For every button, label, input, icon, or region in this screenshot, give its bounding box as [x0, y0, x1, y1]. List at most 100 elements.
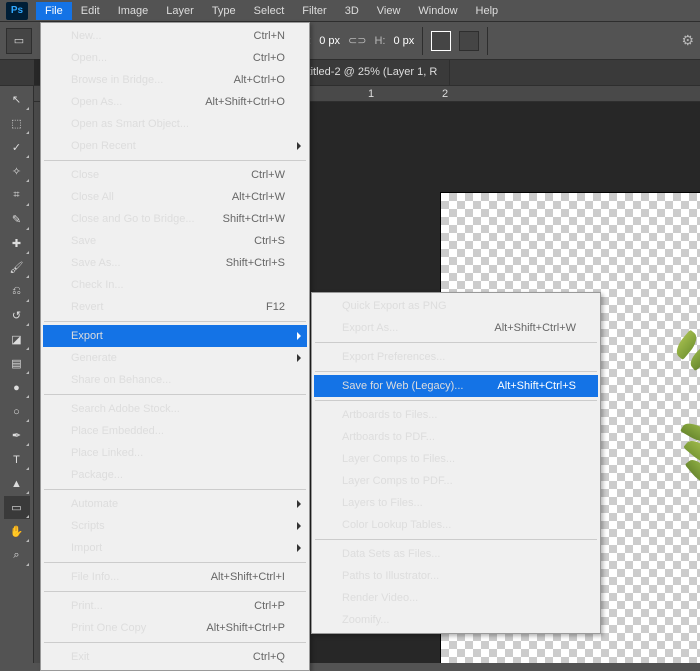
menu-item[interactable]: Search Adobe Stock...: [43, 398, 307, 420]
menu-window[interactable]: Window: [409, 2, 466, 20]
menu-separator: [315, 539, 597, 540]
menu-type[interactable]: Type: [203, 2, 245, 20]
menu-item[interactable]: Render Video...: [314, 587, 598, 609]
menu-item[interactable]: Layers to Files...: [314, 492, 598, 514]
export-submenu-dropdown: Quick Export as PNGExport As...Alt+Shift…: [311, 292, 601, 634]
menu-item[interactable]: Open As... Alt+Shift+Ctrl+O: [43, 91, 307, 113]
submenu-arrow-icon: [297, 332, 301, 340]
menu-filter[interactable]: Filter: [293, 2, 335, 20]
menu-separator: [44, 562, 306, 563]
submenu-arrow-icon: [297, 142, 301, 150]
menu-item[interactable]: Check In...: [43, 274, 307, 296]
menu-item[interactable]: Place Linked...: [43, 442, 307, 464]
menu-item-shortcut: Shift+Ctrl+S: [226, 257, 285, 269]
tool-eraser[interactable]: ◪: [4, 328, 30, 351]
menu-item[interactable]: Export: [43, 325, 307, 347]
menu-item[interactable]: Browse in Bridge...Alt+Ctrl+O: [43, 69, 307, 91]
menu-item[interactable]: Place Embedded...: [43, 420, 307, 442]
menu-item-shortcut: Ctrl+P: [254, 600, 285, 612]
width-value[interactable]: 0 px: [319, 35, 340, 47]
menu-separator: [44, 394, 306, 395]
align-button-2[interactable]: [459, 31, 479, 51]
menu-item[interactable]: Color Lookup Tables...: [314, 514, 598, 536]
menu-item[interactable]: Automate: [43, 493, 307, 515]
current-tool-indicator[interactable]: ▭: [6, 28, 32, 54]
menu-item: Artboards to PDF...: [314, 426, 598, 448]
menu-separator: [44, 321, 306, 322]
menu-item[interactable]: Paths to Illustrator...: [314, 565, 598, 587]
tool-healing-brush[interactable]: ✚: [4, 232, 30, 255]
menu-item-shortcut: Alt+Ctrl+W: [232, 191, 285, 203]
tool-hand[interactable]: ✋: [4, 520, 30, 543]
tool-history-brush[interactable]: ↺: [4, 304, 30, 327]
menu-item-label: Open As...: [71, 96, 181, 108]
menu-item-label: Close All: [71, 191, 208, 203]
tool-pen[interactable]: ✒: [4, 424, 30, 447]
menu-item[interactable]: Zoomify...: [314, 609, 598, 631]
menu-item[interactable]: Open...Ctrl+O: [43, 47, 307, 69]
menu-item[interactable]: File Info...Alt+Shift+Ctrl+I: [43, 566, 307, 588]
menu-item[interactable]: ExitCtrl+Q: [43, 646, 307, 668]
tool-rectangle[interactable]: ▭: [4, 496, 30, 519]
tool-eyedropper[interactable]: ✎: [4, 208, 30, 231]
menu-separator: [315, 400, 597, 401]
tool-marquee[interactable]: ⬚: [4, 112, 30, 135]
menu-item[interactable]: Export Preferences...: [314, 346, 598, 368]
menu-item[interactable]: New...Ctrl+N: [43, 25, 307, 47]
menu-item[interactable]: Print One CopyAlt+Shift+Ctrl+P: [43, 617, 307, 639]
menu-item[interactable]: Generate: [43, 347, 307, 369]
menu-separator: [315, 371, 597, 372]
menu-file[interactable]: File: [36, 2, 72, 20]
tool-dodge[interactable]: ○: [4, 400, 30, 423]
tool-blur[interactable]: ●: [4, 376, 30, 399]
menu-item-label: Import: [71, 542, 285, 554]
menu-3d[interactable]: 3D: [336, 2, 368, 20]
menu-item[interactable]: Open as Smart Object...: [43, 113, 307, 135]
menu-item-label: Export: [71, 330, 285, 342]
menu-item[interactable]: Share on Behance...: [43, 369, 307, 391]
menu-item[interactable]: Scripts: [43, 515, 307, 537]
menu-item[interactable]: Close and Go to Bridge...Shift+Ctrl+W: [43, 208, 307, 230]
tool-lasso[interactable]: ✓: [4, 136, 30, 159]
menu-item-label: Export As...: [342, 322, 470, 334]
height-value[interactable]: 0 px: [393, 35, 414, 47]
menu-item[interactable]: SaveCtrl+S: [43, 230, 307, 252]
menu-item-label: Check In...: [71, 279, 285, 291]
tool-crop[interactable]: ⌗: [4, 184, 30, 207]
menu-item[interactable]: Close All Alt+Ctrl+W: [43, 186, 307, 208]
menu-item[interactable]: CloseCtrl+W: [43, 164, 307, 186]
menu-item[interactable]: Export As...Alt+Shift+Ctrl+W: [314, 317, 598, 339]
menu-item[interactable]: Quick Export as PNG: [314, 295, 598, 317]
menu-item[interactable]: Save for Web (Legacy)...Alt+Shift+Ctrl+S: [314, 375, 598, 397]
menu-item[interactable]: Save As...Shift+Ctrl+S: [43, 252, 307, 274]
menu-image[interactable]: Image: [109, 2, 158, 20]
menu-item-label: Package...: [71, 469, 285, 481]
menu-select[interactable]: Select: [245, 2, 294, 20]
menu-view[interactable]: View: [368, 2, 410, 20]
menu-item[interactable]: Print...Ctrl+P: [43, 595, 307, 617]
link-icon[interactable]: ⊂⊃: [348, 34, 366, 47]
menu-item-shortcut: Alt+Shift+Ctrl+O: [205, 96, 285, 108]
menu-item-label: Open Recent: [71, 140, 285, 152]
tool-zoom[interactable]: ⌕: [4, 544, 30, 567]
menu-item-label: Color Lookup Tables...: [342, 519, 576, 531]
tool-gradient[interactable]: ▤: [4, 352, 30, 375]
menu-item-label: Revert: [71, 301, 242, 313]
tool-clone-stamp[interactable]: ⎌: [4, 280, 30, 303]
menu-edit[interactable]: Edit: [72, 2, 109, 20]
menu-layer[interactable]: Layer: [157, 2, 203, 20]
toolbox: ↖⬚✓✧⌗✎✚🖌⎌↺◪▤●○✒T▲▭✋⌕: [0, 86, 34, 663]
tool-magic-wand[interactable]: ✧: [4, 160, 30, 183]
tool-brush[interactable]: 🖌: [4, 256, 30, 279]
tool-path-select[interactable]: ▲: [4, 472, 30, 495]
tool-type[interactable]: T: [4, 448, 30, 471]
menu-item-label: Search Adobe Stock...: [71, 403, 285, 415]
menu-item[interactable]: Open Recent: [43, 135, 307, 157]
menu-item[interactable]: Import: [43, 537, 307, 559]
menu-item-label: Close and Go to Bridge...: [71, 213, 199, 225]
gear-icon[interactable]: ⚙: [681, 32, 694, 49]
tool-move[interactable]: ↖: [4, 88, 30, 111]
align-button-1[interactable]: [431, 31, 451, 51]
menu-item-label: Artboards to Files...: [342, 409, 576, 421]
menu-help[interactable]: Help: [467, 2, 508, 20]
